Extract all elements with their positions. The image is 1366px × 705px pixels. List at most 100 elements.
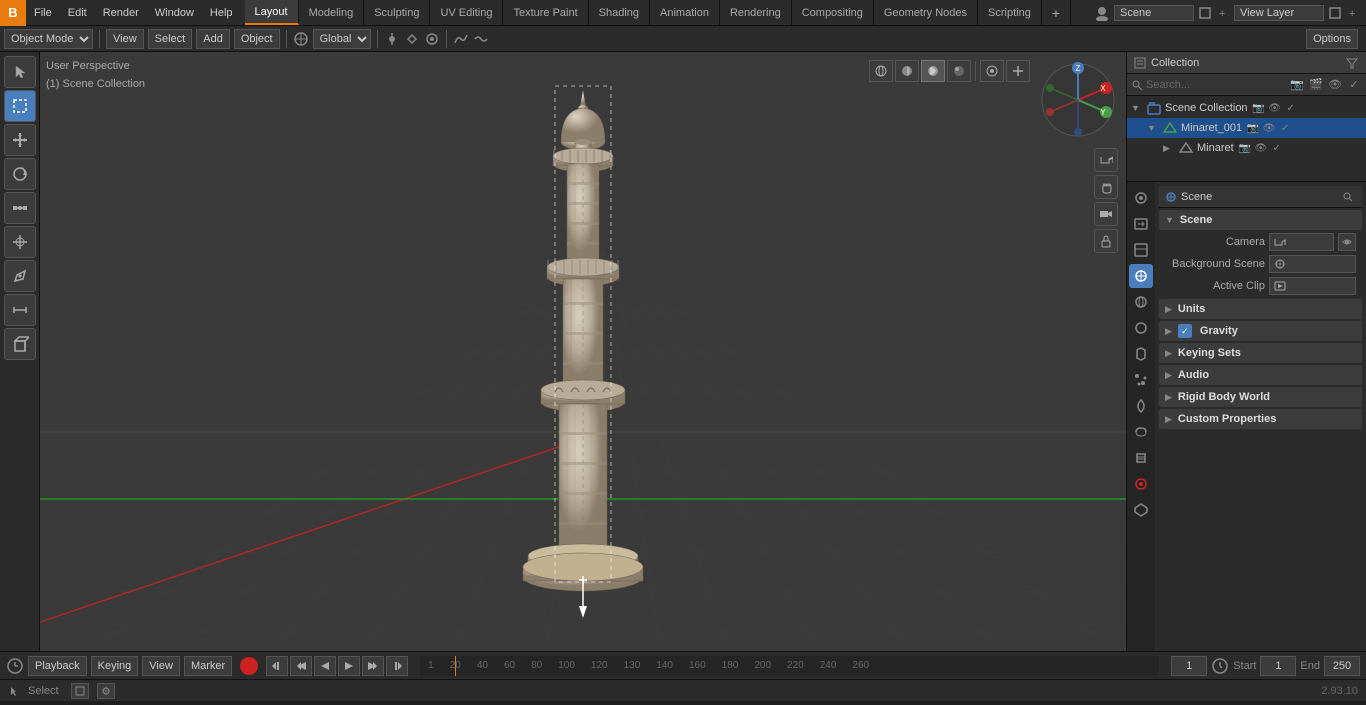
marker-btn[interactable]: Marker: [184, 656, 232, 676]
transform-orient-select[interactable]: Global: [313, 29, 371, 49]
end-frame-input[interactable]: [1324, 656, 1360, 676]
prop-particles-icon[interactable]: [1129, 368, 1153, 392]
prop-object-icon[interactable]: [1129, 316, 1153, 340]
solid-btn[interactable]: [895, 60, 919, 82]
menu-render[interactable]: Render: [95, 0, 147, 25]
camera-eye-btn[interactable]: [1338, 233, 1356, 251]
cursor-indicator[interactable]: [97, 683, 115, 699]
active-clip-value[interactable]: [1269, 277, 1356, 295]
viewport-vis-icon[interactable]: 👁: [1268, 101, 1282, 115]
add-menu-btn[interactable]: Add: [196, 29, 230, 49]
gravity-section-header[interactable]: ▶ ✓ Gravity: [1159, 321, 1362, 341]
view-btn[interactable]: View: [142, 656, 180, 676]
view-layer-input[interactable]: [1234, 5, 1324, 21]
wave-icon[interactable]: [473, 31, 489, 47]
prop-world-icon[interactable]: [1129, 290, 1153, 314]
playback-btn[interactable]: Playback: [28, 656, 87, 676]
m-render-icon[interactable]: 📷: [1238, 141, 1252, 155]
play-btn[interactable]: [338, 656, 360, 676]
3d-viewport[interactable]: User Perspective (1) Scene Collection X …: [40, 52, 1126, 651]
step-forward-btn[interactable]: [362, 656, 384, 676]
record-btn[interactable]: [240, 657, 258, 675]
jump-start-btn[interactable]: [266, 656, 288, 676]
menu-window[interactable]: Window: [147, 0, 202, 25]
m-viewport-icon[interactable]: 👁: [1254, 141, 1268, 155]
annotate-tool[interactable]: [4, 260, 36, 292]
play-reverse-btn[interactable]: [314, 656, 336, 676]
menu-help[interactable]: Help: [202, 0, 241, 25]
tab-animation[interactable]: Animation: [650, 0, 720, 25]
tab-rendering[interactable]: Rendering: [720, 0, 792, 25]
m001-viewport-icon[interactable]: 👁: [1262, 121, 1276, 135]
scale-tool[interactable]: [4, 192, 36, 224]
pivot-icon[interactable]: [384, 31, 400, 47]
user-icon[interactable]: [1094, 5, 1110, 21]
transform-tool[interactable]: [4, 226, 36, 258]
select-box-tool[interactable]: [4, 90, 36, 122]
prop-constraints-icon[interactable]: [1129, 420, 1153, 444]
add-cube-tool[interactable]: [4, 328, 36, 360]
gizmo-btn[interactable]: [1006, 60, 1030, 82]
tab-add[interactable]: +: [1042, 0, 1071, 25]
prop-scene-icon[interactable]: [1129, 264, 1153, 288]
move-tool[interactable]: [4, 124, 36, 156]
outliner-filter-btn[interactable]: [1344, 55, 1360, 71]
measure-tool[interactable]: [4, 294, 36, 326]
prop-object-data-icon[interactable]: [1129, 498, 1153, 522]
menu-file[interactable]: File: [26, 0, 60, 25]
menu-edit[interactable]: Edit: [60, 0, 95, 25]
prop-physics-icon[interactable]: [1129, 394, 1153, 418]
tab-texture-paint[interactable]: Texture Paint: [503, 0, 588, 25]
camera-btn[interactable]: [1094, 148, 1118, 172]
new-view-layer-icon[interactable]: +: [1346, 6, 1360, 20]
jump-end-btn[interactable]: [386, 656, 408, 676]
outliner-scene-collection[interactable]: ▼ Scene Collection 📷 👁 ✓: [1127, 98, 1366, 118]
camera-value[interactable]: [1269, 233, 1334, 251]
tab-geometry-nodes[interactable]: Geometry Nodes: [874, 0, 978, 25]
tab-shading[interactable]: Shading: [589, 0, 650, 25]
hand-btn[interactable]: [1094, 175, 1118, 199]
units-section-header[interactable]: ▶ Units: [1159, 299, 1362, 319]
nav-gizmo[interactable]: X Y Z: [1038, 60, 1118, 140]
tab-layout[interactable]: Layout: [245, 0, 299, 25]
tab-uv-editing[interactable]: UV Editing: [430, 0, 503, 25]
audio-section-header[interactable]: ▶ Audio: [1159, 365, 1362, 385]
outliner-minaret[interactable]: ▶ Minaret 📷 👁 ✓: [1127, 138, 1366, 158]
select-menu-btn[interactable]: Select: [148, 29, 193, 49]
object-menu-btn[interactable]: Object: [234, 29, 280, 49]
start-frame-input[interactable]: [1260, 656, 1296, 676]
tab-scripting[interactable]: Scripting: [978, 0, 1042, 25]
m001-exclude-icon[interactable]: ✓: [1278, 121, 1292, 135]
step-back-btn[interactable]: [290, 656, 312, 676]
current-frame-input[interactable]: [1171, 656, 1207, 676]
tab-sculpting[interactable]: Sculpting: [364, 0, 430, 25]
render-vis-icon[interactable]: 📷: [1252, 101, 1266, 115]
scene-section-header[interactable]: ▼ Scene: [1159, 210, 1362, 230]
select-indicator[interactable]: [71, 683, 89, 699]
proportional-icon[interactable]: [424, 31, 440, 47]
gravity-checkbox[interactable]: ✓: [1178, 324, 1192, 338]
outliner-select-filter[interactable]: ✓: [1346, 77, 1362, 93]
video-btn[interactable]: [1094, 202, 1118, 226]
exclude-icon[interactable]: ✓: [1284, 101, 1298, 115]
material-preview-btn[interactable]: [921, 60, 945, 82]
prop-output-icon[interactable]: [1129, 212, 1153, 236]
wireframe-btn[interactable]: [869, 60, 893, 82]
snap-icon[interactable]: [404, 31, 420, 47]
cursor-tool[interactable]: [4, 56, 36, 88]
view-menu-btn[interactable]: View: [106, 29, 144, 49]
outliner-minaret001[interactable]: ▼ Minaret_001 📷 👁 ✓: [1127, 118, 1366, 138]
tab-modeling[interactable]: Modeling: [299, 0, 365, 25]
prop-data-icon[interactable]: [1129, 446, 1153, 470]
outliner-render-filter[interactable]: 🎬: [1308, 77, 1324, 93]
render-preview-btn[interactable]: [947, 60, 971, 82]
curve-icon[interactable]: [453, 31, 469, 47]
lock-btn[interactable]: [1094, 229, 1118, 253]
prop-modifier-icon[interactable]: [1129, 342, 1153, 366]
overlay-btn[interactable]: [980, 60, 1004, 82]
outliner-viewport-filter[interactable]: 👁: [1327, 77, 1343, 93]
keying-section-header[interactable]: ▶ Keying Sets: [1159, 343, 1362, 363]
prop-search-btn[interactable]: [1340, 189, 1356, 205]
rotate-tool[interactable]: [4, 158, 36, 190]
prop-view-icon[interactable]: [1129, 238, 1153, 262]
